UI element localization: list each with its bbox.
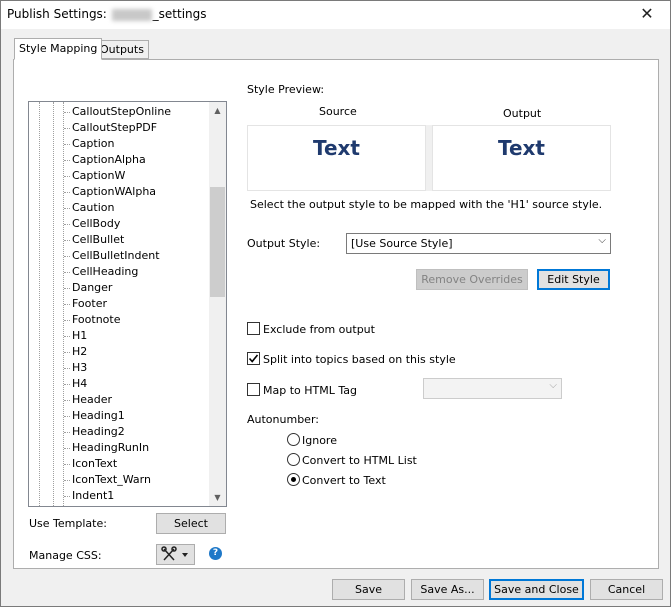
radio-selected-dot <box>291 477 296 482</box>
manage-css-label: Manage CSS: <box>29 549 102 562</box>
help-icon[interactable]: ? <box>209 547 222 560</box>
exclude-label: Exclude from output <box>263 323 375 336</box>
style-list[interactable]: CalloutStepOnline CalloutStepPDF Caption Ca… <box>28 101 227 507</box>
style-list-item[interactable]: Indent1 <box>63 488 114 504</box>
output-preview-text: Text <box>497 136 545 160</box>
split-label: Split into topics based on this style <box>263 353 456 366</box>
save-button[interactable]: Save <box>332 579 405 600</box>
close-icon[interactable]: ✕ <box>636 4 658 24</box>
checkmark-icon <box>248 354 259 363</box>
style-list-item[interactable]: Footnote <box>64 312 121 328</box>
style-list-item[interactable]: H3 <box>63 360 87 376</box>
window-title: Publish Settings: _settings <box>7 7 207 21</box>
title-prefix: Publish Settings: <box>7 7 111 21</box>
source-preview-box: Text <box>247 125 426 191</box>
radio-convert-text[interactable] <box>287 473 300 486</box>
style-list-item[interactable]: CellBullet <box>63 232 124 248</box>
tools-icon <box>161 546 188 561</box>
html-tag-select[interactable]: ⌵ <box>423 378 562 399</box>
save-and-close-button[interactable]: Save and Close <box>489 579 584 600</box>
radio-convert-text-label: Convert to Text <box>302 474 386 487</box>
output-style-value: [Use Source Style] <box>351 237 453 250</box>
style-list-item[interactable]: Footer <box>64 296 107 312</box>
save-as-button[interactable]: Save As... <box>411 579 484 600</box>
style-list-item[interactable]: CellBody <box>63 216 120 232</box>
chevron-down-icon: ⌵ <box>598 235 606 246</box>
radio-html-list-label: Convert to HTML List <box>302 454 417 467</box>
output-label: Output <box>503 107 542 120</box>
edit-style-button[interactable]: Edit Style <box>537 269 610 290</box>
list-scrollbar[interactable]: ▲ ▼ <box>209 102 226 506</box>
style-list-item[interactable]: Danger <box>63 280 112 296</box>
radio-ignore-label: Ignore <box>302 434 337 447</box>
tab-outputs[interactable]: Outputs <box>95 40 149 59</box>
preview-area: Text Text <box>247 125 611 191</box>
style-list-item[interactable]: Header <box>63 392 112 408</box>
style-list-item[interactable]: Caution <box>63 200 114 216</box>
style-list-item[interactable]: CaptionAlpha <box>64 152 146 168</box>
chevron-down-icon: ⌵ <box>549 380 557 391</box>
output-style-label: Output Style: <box>247 237 321 250</box>
output-style-select[interactable]: [Use Source Style] ⌵ <box>346 233 611 254</box>
title-suffix: _settings <box>152 7 207 21</box>
source-label: Source <box>319 105 357 118</box>
style-list-item[interactable]: CalloutStepPDF <box>63 120 157 136</box>
output-preview-box: Text <box>432 125 611 191</box>
style-list-item[interactable]: CellHeading <box>63 264 138 280</box>
remove-overrides-button[interactable]: Remove Overrides <box>416 269 528 290</box>
map-html-label: Map to HTML Tag <box>263 384 357 397</box>
cancel-button[interactable]: Cancel <box>590 579 663 600</box>
autonumber-label: Autonumber: <box>247 413 319 426</box>
tab-style-mapping[interactable]: Style Mapping <box>14 38 103 60</box>
radio-html-list[interactable] <box>287 453 300 466</box>
title-bar: Publish Settings: _settings ✕ <box>1 1 670 29</box>
style-list-item[interactable]: CalloutStepOnline <box>63 104 171 120</box>
select-template-button[interactable]: Select <box>156 513 226 534</box>
style-list-item[interactable]: H2 <box>63 344 87 360</box>
scroll-thumb[interactable] <box>210 187 225 297</box>
style-list-item[interactable]: HeadingRunIn <box>63 440 149 456</box>
scroll-up-icon[interactable]: ▲ <box>209 102 226 119</box>
publish-settings-dialog: Publish Settings: _settings ✕ Style Mapp… <box>0 0 671 607</box>
style-list-item[interactable]: IconText_Warn <box>64 472 151 488</box>
style-list-item[interactable]: CaptionWAlpha <box>63 184 156 200</box>
style-list-item[interactable]: CellBulletIndent <box>64 248 160 264</box>
scroll-down-icon[interactable]: ▼ <box>209 489 226 506</box>
chevron-down-icon <box>182 553 188 557</box>
style-list-item[interactable]: Heading2 <box>64 424 125 440</box>
use-template-label: Use Template: <box>29 517 107 530</box>
radio-ignore[interactable] <box>287 433 300 446</box>
style-list-item[interactable]: H4 <box>63 376 87 392</box>
style-list-item[interactable]: Caption <box>63 136 114 152</box>
style-list-item[interactable]: Heading1 <box>64 408 125 424</box>
style-preview-heading: Style Preview: <box>247 83 325 96</box>
redacted-name <box>111 8 152 21</box>
style-list-item[interactable]: CaptionW <box>63 168 125 184</box>
map-html-checkbox[interactable] <box>247 383 260 396</box>
source-preview-text: Text <box>312 136 360 160</box>
split-checkbox[interactable] <box>247 352 260 365</box>
manage-css-button[interactable] <box>156 544 195 565</box>
exclude-checkbox[interactable] <box>247 322 260 335</box>
instruction-text: Select the output style to be mapped wit… <box>250 198 603 211</box>
style-list-item[interactable]: IconText <box>63 456 117 472</box>
style-list-item[interactable]: H1 <box>63 328 87 344</box>
